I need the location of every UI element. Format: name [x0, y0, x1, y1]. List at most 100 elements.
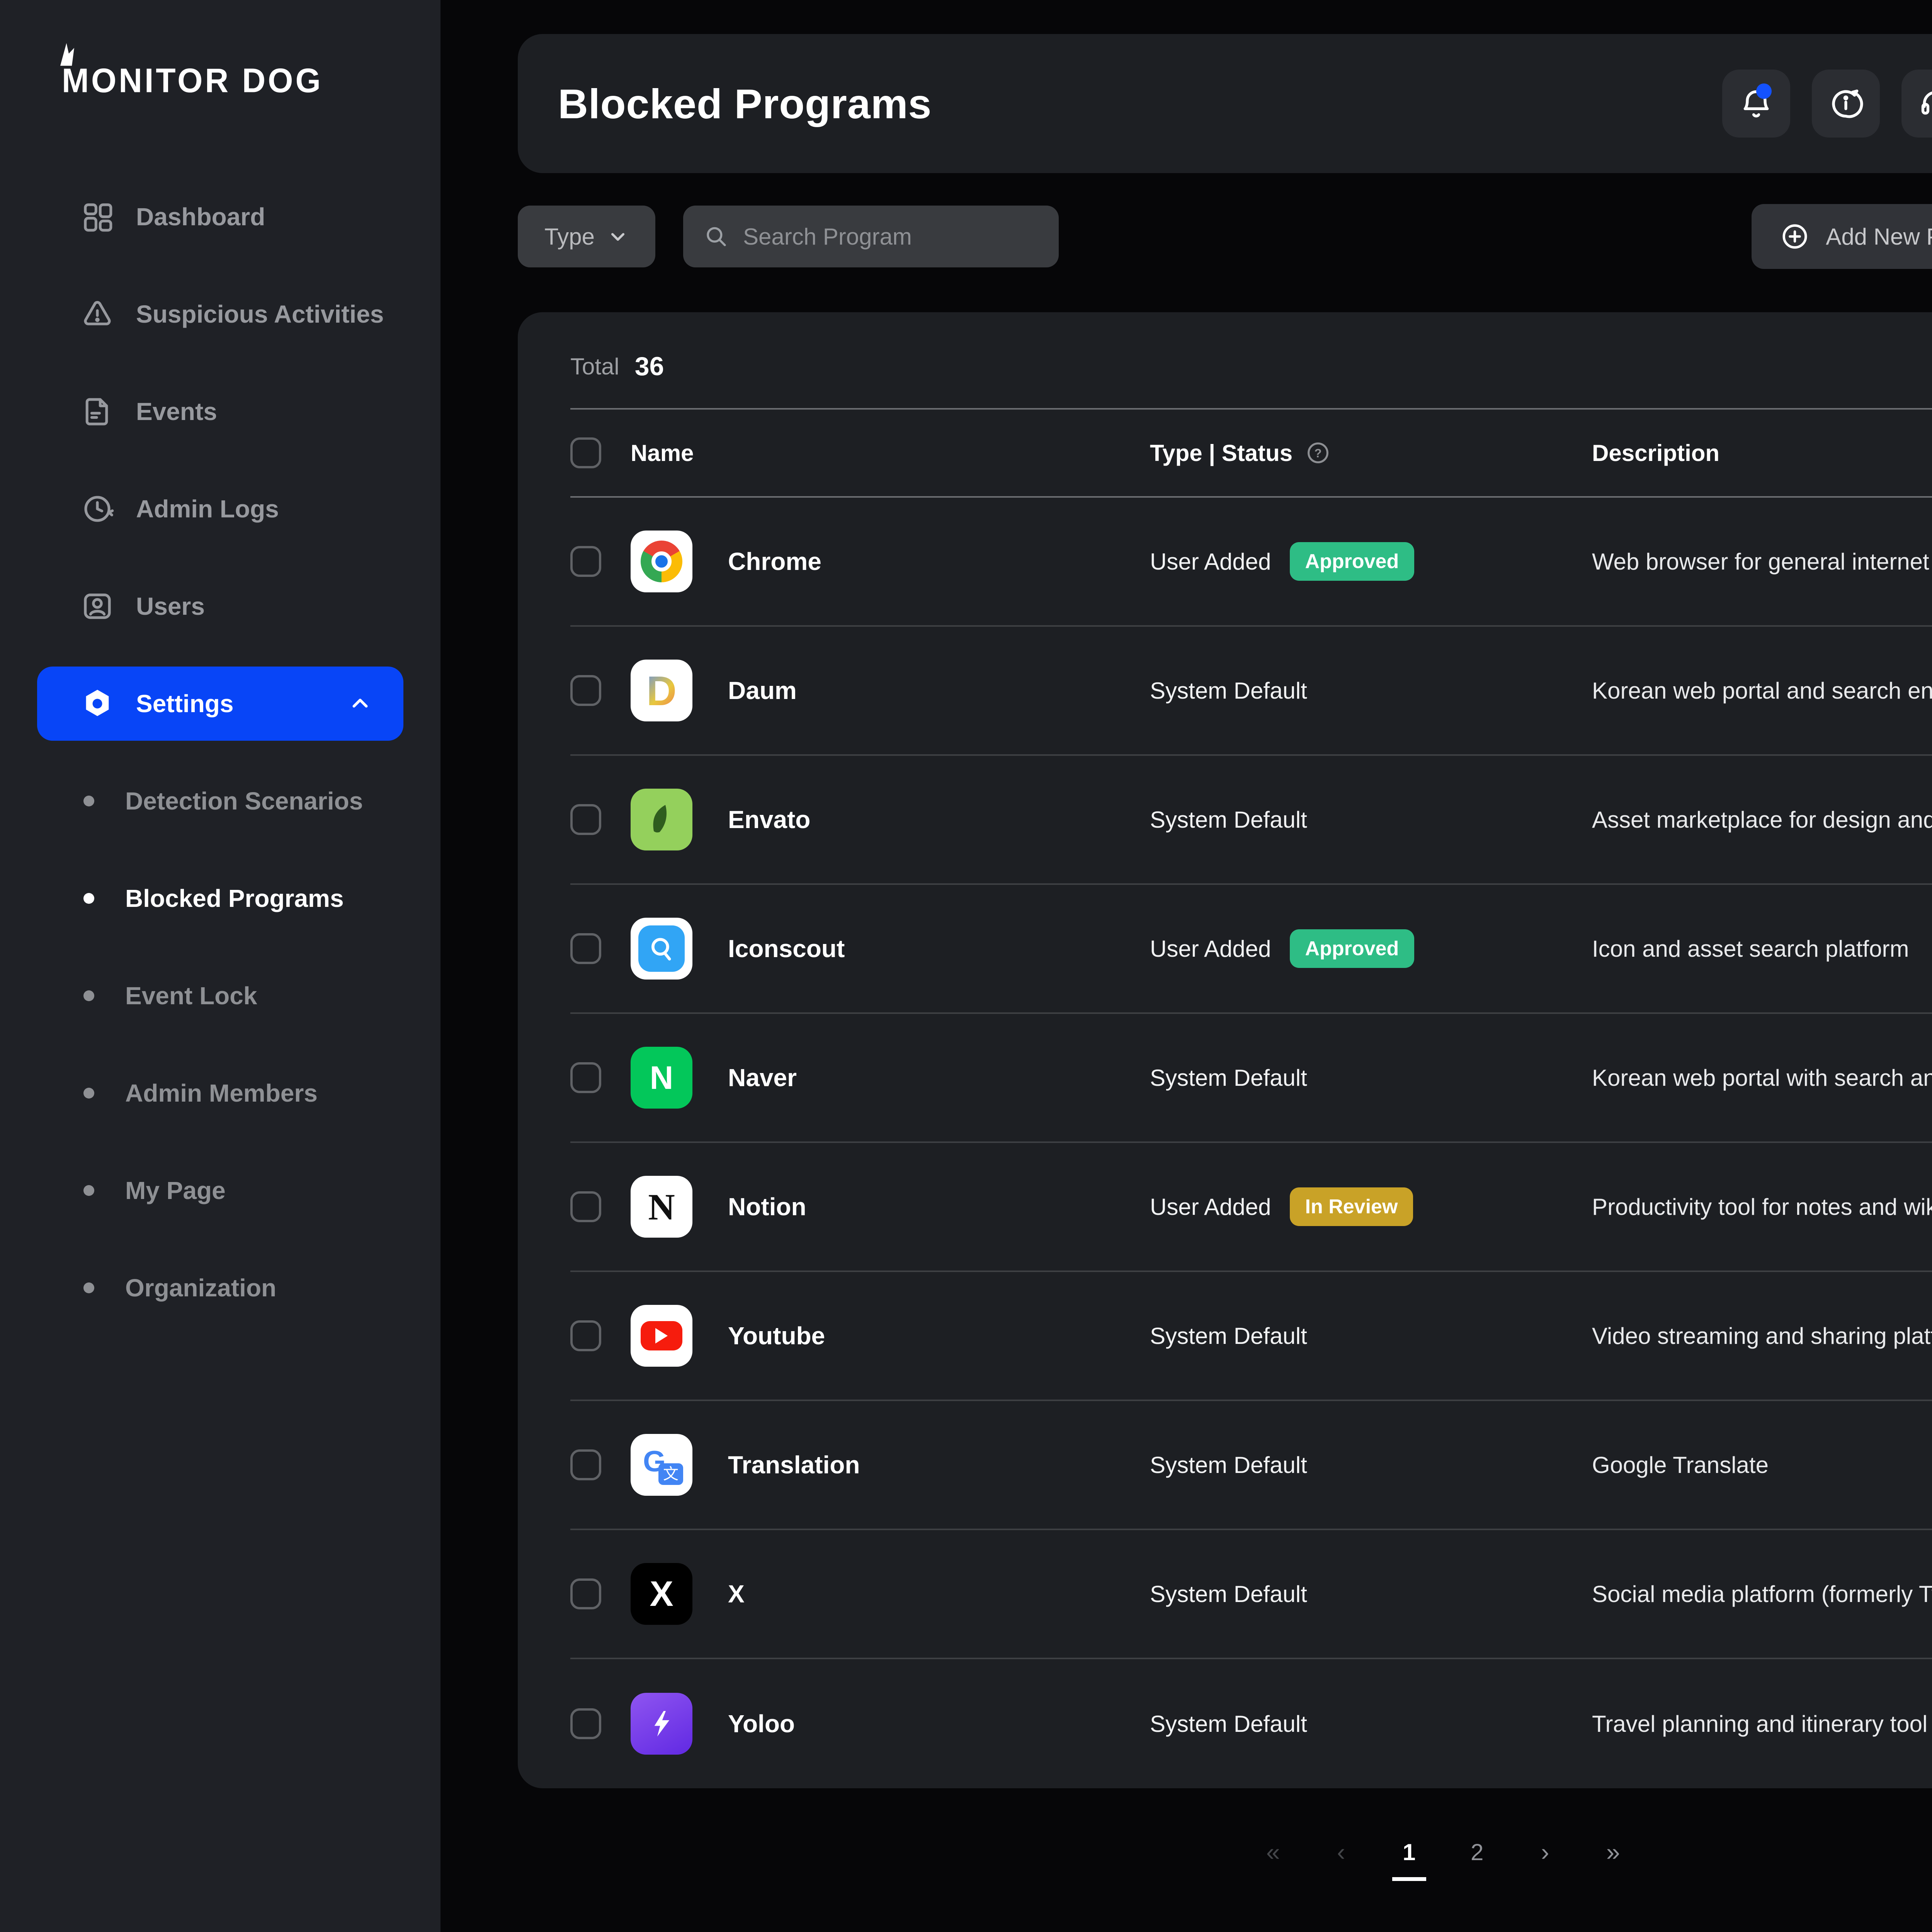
table-row: YolooSystem DefaultTravel planning and i…	[570, 1659, 1932, 1788]
document-icon	[80, 395, 114, 429]
prev-page-button[interactable]: ‹	[1324, 1838, 1358, 1866]
column-description: Description	[1592, 440, 1719, 466]
program-type: System Default	[1150, 1581, 1307, 1607]
brand-logo: MONITOR DOG	[62, 61, 403, 100]
program-description: Google Translate	[1592, 1452, 1932, 1478]
filter-toolbar: Type Add New Program Lock Type Settings	[518, 204, 1932, 269]
brand-name: MONITOR DOG	[62, 61, 323, 100]
submenu-item-admin-members[interactable]: Admin Members	[37, 1056, 403, 1130]
row-checkbox[interactable]	[570, 1708, 601, 1739]
status-badge: Approved	[1290, 929, 1415, 968]
sidebar-item-label: Suspicious Activities	[136, 300, 384, 328]
chevron-down-icon	[607, 226, 629, 247]
sidebar-item-users[interactable]: Users	[37, 569, 403, 643]
program-description: Korean web portal with search and tools	[1592, 1065, 1932, 1091]
total-label: Total	[570, 353, 619, 380]
row-checkbox[interactable]	[570, 1062, 601, 1093]
row-checkbox[interactable]	[570, 804, 601, 835]
sidebar-nav: Dashboard Suspicious Activities Events	[37, 180, 403, 1325]
program-description: Web browser for general internet access	[1592, 548, 1932, 575]
submenu-item-event-lock[interactable]: Event Lock	[37, 959, 403, 1033]
info-button[interactable]	[1812, 70, 1880, 138]
notification-dot	[1756, 83, 1772, 99]
table-row: NNotionUser AddedIn ReviewProductivity t…	[570, 1143, 1932, 1272]
bullet-dot	[83, 1088, 94, 1099]
table-row: IconscoutUser AddedApprovedIcon and asse…	[570, 885, 1932, 1014]
sidebar: MONITOR DOG Dashboard Suspicious Activit…	[0, 0, 440, 1932]
program-description: Social media platform (formerly Twitter)	[1592, 1581, 1932, 1607]
last-page-button[interactable]: »	[1596, 1838, 1630, 1866]
program-type: User Added	[1150, 548, 1271, 575]
pagination: « ‹ 1 2 › »	[518, 1838, 1932, 1866]
bullet-dot	[83, 990, 94, 1001]
total-row: Total 36	[570, 312, 1932, 408]
sidebar-item-label: Events	[136, 397, 217, 426]
notifications-button[interactable]	[1722, 70, 1790, 138]
table-body: Chrome User Added Approved Web browser for …	[570, 498, 1932, 1788]
table-row: NNaverSystem DefaultKorean web portal wi…	[570, 1014, 1932, 1143]
translation-app-icon: G文	[631, 1434, 692, 1496]
help-question-icon[interactable]: ?	[1305, 440, 1331, 466]
submenu-label: My Page	[125, 1176, 226, 1205]
sidebar-item-label: Settings	[136, 689, 233, 718]
program-name: Yoloo	[728, 1709, 795, 1738]
row-checkbox[interactable]	[570, 1578, 601, 1609]
warning-icon	[80, 297, 114, 331]
youtube-app-icon	[631, 1305, 692, 1367]
first-page-button[interactable]: «	[1256, 1838, 1290, 1866]
program-type: System Default	[1150, 1711, 1307, 1737]
page-header: Blocked Programs	[518, 34, 1932, 173]
program-name: Translation	[728, 1451, 860, 1479]
sidebar-item-admin-logs[interactable]: Admin Logs	[37, 472, 403, 546]
row-checkbox[interactable]	[570, 546, 601, 577]
program-name: Notion	[728, 1192, 806, 1221]
program-name: X	[728, 1580, 745, 1608]
search-input[interactable]	[743, 223, 1039, 250]
main-content: Blocked Programs	[440, 0, 1932, 1932]
row-checkbox[interactable]	[570, 1191, 601, 1222]
submenu-item-detection-scenarios[interactable]: Detection Scenarios	[37, 764, 403, 838]
app-window: MONITOR DOG Dashboard Suspicious Activit…	[0, 0, 1932, 1932]
flame-icon	[56, 41, 79, 67]
table-row: XXSystem DefaultSocial media platform (f…	[570, 1530, 1932, 1659]
sidebar-item-events[interactable]: Events	[37, 374, 403, 449]
program-type: System Default	[1150, 1452, 1307, 1478]
program-name: Chrome	[728, 547, 821, 576]
plus-circle-icon	[1779, 221, 1810, 252]
select-all-checkbox[interactable]	[570, 437, 601, 468]
row-checkbox[interactable]	[570, 1449, 601, 1480]
status-badge: Approved	[1290, 542, 1415, 581]
submenu-item-organization[interactable]: Organization	[37, 1251, 403, 1325]
row-checkbox[interactable]	[570, 675, 601, 706]
table-row: DDaumSystem DefaultKorean web portal and…	[570, 627, 1932, 756]
page-2-button[interactable]: 2	[1460, 1839, 1494, 1866]
dashboard-icon	[80, 200, 114, 234]
add-new-program-button[interactable]: Add New Program	[1752, 204, 1932, 269]
program-name: Naver	[728, 1063, 797, 1092]
submenu-item-blocked-programs[interactable]: Blocked Programs	[37, 861, 403, 935]
sidebar-item-label: Admin Logs	[136, 495, 279, 523]
next-page-button[interactable]: ›	[1528, 1838, 1562, 1866]
sidebar-item-dashboard[interactable]: Dashboard	[37, 180, 403, 254]
submenu-label: Admin Members	[125, 1079, 318, 1107]
status-badge: In Review	[1290, 1187, 1413, 1226]
submenu-item-my-page[interactable]: My Page	[37, 1153, 403, 1228]
bullet-dot	[83, 796, 94, 806]
table-row: YoutubeSystem DefaultVideo streaming and…	[570, 1272, 1932, 1401]
sidebar-item-settings[interactable]: Settings	[37, 667, 403, 741]
daum-app-icon: D	[631, 660, 692, 721]
table-row: Chrome User Added Approved Web browser for …	[570, 498, 1932, 627]
sidebar-item-suspicious-activities[interactable]: Suspicious Activities	[37, 277, 403, 351]
naver-app-icon: N	[631, 1047, 692, 1109]
svg-text:?: ?	[1315, 446, 1322, 460]
support-button[interactable]	[1901, 70, 1932, 138]
page-1-button[interactable]: 1	[1392, 1839, 1426, 1866]
envato-app-icon	[631, 789, 692, 850]
search-box	[683, 206, 1059, 267]
row-checkbox[interactable]	[570, 933, 601, 964]
program-type: System Default	[1150, 677, 1307, 704]
row-checkbox[interactable]	[570, 1320, 601, 1351]
program-description: Icon and asset search platform	[1592, 935, 1932, 962]
type-filter-dropdown[interactable]: Type	[518, 206, 655, 267]
user-card-icon	[80, 589, 114, 623]
